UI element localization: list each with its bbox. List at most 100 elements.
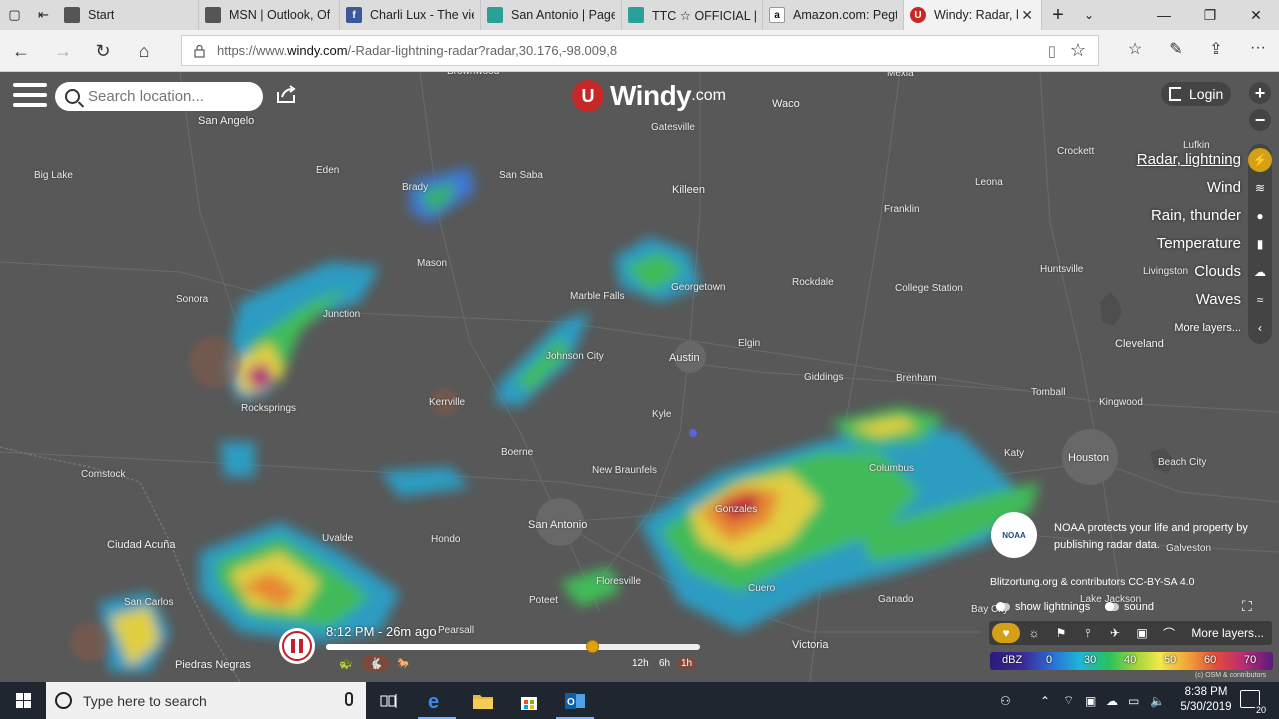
rain-drop-icon[interactable]: ● <box>1248 202 1272 230</box>
speed-medium-icon[interactable]: 🐇 <box>362 656 390 671</box>
flag-icon[interactable]: ⚑ <box>1048 623 1074 643</box>
cloud-icon[interactable]: ☁ <box>1248 258 1272 286</box>
sound-toggle[interactable]: sound <box>1105 601 1154 613</box>
map-city-label[interactable]: Cuero <box>748 583 775 594</box>
search-location-bar[interactable] <box>55 82 263 111</box>
map-city-label[interactable]: San Angelo <box>198 115 254 127</box>
store-icon[interactable] <box>506 682 552 719</box>
pause-button[interactable] <box>279 628 315 664</box>
browser-tab[interactable]: San Antonio | Page <box>481 0 622 30</box>
map-city-label[interactable]: San Carlos <box>124 597 173 608</box>
map-city-label[interactable]: Austin <box>669 352 700 364</box>
battery-icon[interactable]: ▭ <box>1128 682 1139 719</box>
map-city-label[interactable]: Brady <box>402 182 428 193</box>
layer-item[interactable]: Clouds <box>1137 258 1241 286</box>
system-clock[interactable]: 8:38 PM 5/30/2019 <box>1176 685 1236 715</box>
chevron-left-icon[interactable]: ‹ <box>1248 314 1272 342</box>
tab-preview-icon[interactable]: ▢ <box>0 0 29 30</box>
waves-icon[interactable]: ≈ <box>1248 286 1272 314</box>
task-view-icon[interactable] <box>366 682 412 719</box>
map-city-label[interactable]: Huntsville <box>1040 264 1083 275</box>
map-city-label[interactable]: Uvalde <box>322 533 353 544</box>
share-icon[interactable]: ⇪ <box>1204 39 1228 59</box>
browser-tab[interactable]: MSN | Outlook, Of <box>199 0 340 30</box>
back-arrow-icon[interactable]: ← <box>10 40 32 62</box>
map-city-label[interactable]: Katy <box>1004 448 1024 459</box>
tab-list-chevron-icon[interactable]: ⌄ <box>1074 0 1104 30</box>
layer-item[interactable]: Rain, thunder <box>1137 202 1241 230</box>
map-city-label[interactable]: Victoria <box>792 639 828 651</box>
map-city-label[interactable]: Beach City <box>1158 457 1206 468</box>
map-city-label[interactable]: Brenham <box>896 373 937 384</box>
map-city-label[interactable]: Kyle <box>652 409 671 420</box>
map-city-label[interactable]: San Saba <box>499 170 543 181</box>
map-city-label[interactable]: Houston <box>1068 452 1109 464</box>
noaa-logo[interactable]: NOAA <box>991 512 1037 558</box>
map-city-label[interactable]: Gatesville <box>651 122 695 133</box>
thermometer-icon[interactable]: ▮ <box>1248 230 1272 258</box>
map-city-label[interactable]: Eden <box>316 165 339 176</box>
url-field[interactable]: https://www.windy.com/-Radar-lightning-r… <box>181 35 1099 66</box>
blitzortung-credit[interactable]: Blitzortung.org & contributors CC-BY-SA … <box>990 576 1194 588</box>
new-tab-button[interactable]: + <box>1042 0 1074 30</box>
pen-icon[interactable]: ✎ <box>1164 39 1188 59</box>
map-city-label[interactable]: Comstock <box>81 469 125 480</box>
map-city-label[interactable]: Georgetown <box>671 282 725 293</box>
map-city-label[interactable]: Crockett <box>1057 146 1094 157</box>
map-city-label[interactable]: Franklin <box>884 204 920 215</box>
wind-icon[interactable]: ≋ <box>1248 174 1272 202</box>
map-city-label[interactable]: Elgin <box>738 338 760 349</box>
map-city-label[interactable]: Rockdale <box>792 277 834 288</box>
map-city-label[interactable]: Marble Falls <box>570 291 624 302</box>
map-city-label[interactable]: New Braunfels <box>592 465 657 476</box>
weather-icon[interactable]: ☼ <box>1021 623 1047 643</box>
fullscreen-icon[interactable]: ⛶ <box>1242 598 1258 614</box>
microphone-icon[interactable] <box>345 692 353 706</box>
action-center-icon[interactable]: 20 <box>1240 690 1267 715</box>
set-aside-tabs-icon[interactable]: ⇤ <box>29 0 58 30</box>
browser-tab[interactable]: U Windy: Radar, l ✕ <box>904 0 1042 30</box>
show-hidden-icons-chevron[interactable]: ⌃ <box>1040 682 1050 719</box>
map-city-label[interactable]: Floresville <box>596 576 641 587</box>
map-city-label[interactable]: Tomball <box>1031 387 1065 398</box>
search-location-input[interactable] <box>88 88 248 105</box>
zoom-out-button[interactable]: − <box>1249 109 1271 131</box>
close-tab-icon[interactable]: ✕ <box>1021 7 1033 24</box>
map-city-label[interactable]: Pearsall <box>438 625 474 636</box>
layer-item[interactable]: Wind <box>1137 174 1241 202</box>
map-city-label[interactable]: Rocksprings <box>241 403 296 414</box>
defender-icon[interactable]: ▣ <box>1085 682 1096 719</box>
map-city-label[interactable]: Giddings <box>804 372 843 383</box>
map-city-label[interactable]: Boerne <box>501 447 533 458</box>
map-city-label[interactable]: Piedras Negras <box>175 659 251 671</box>
zoom-in-button[interactable]: + <box>1249 82 1271 104</box>
wifi-signal-icon[interactable]: ⌒ <box>1156 623 1182 643</box>
browser-tab[interactable]: TTC ☆ OFFICIAL | F <box>622 0 763 30</box>
map-city-label[interactable]: Columbus <box>869 463 914 474</box>
time-range-button[interactable]: 1h <box>677 657 697 670</box>
time-range-button[interactable]: 6h <box>655 657 674 670</box>
map-city-label[interactable]: Junction <box>323 309 360 320</box>
browser-tab[interactable]: Start <box>58 0 199 30</box>
map-city-label[interactable]: Killeen <box>672 184 705 196</box>
speed-fast-icon[interactable]: 🐎 <box>394 656 414 671</box>
more-layers-button[interactable]: More layers... <box>1191 626 1264 640</box>
layer-item[interactable]: Radar, lightning <box>1137 146 1241 174</box>
login-button[interactable]: Login <box>1161 82 1231 106</box>
map-city-label[interactable]: Johnson City <box>546 351 604 362</box>
menu-hamburger-icon[interactable] <box>13 83 47 111</box>
map-city-label[interactable]: Kingwood <box>1099 397 1143 408</box>
map-city-label[interactable]: Mexia <box>887 72 914 79</box>
layer-item[interactable]: Waves <box>1137 286 1241 314</box>
map-city-label[interactable]: Leona <box>975 177 1003 188</box>
browser-tab[interactable]: f Charli Lux - The vie <box>340 0 481 30</box>
show-lightnings-toggle[interactable]: show lightnings <box>996 601 1090 613</box>
layer-item[interactable]: Temperature <box>1137 230 1241 258</box>
map-city-label[interactable]: Hondo <box>431 534 460 545</box>
map-city-label[interactable]: San Antonio <box>528 519 587 531</box>
favorite-star-icon[interactable]: ☆ <box>1070 40 1086 61</box>
timeline-handle[interactable] <box>585 640 599 653</box>
share-icon[interactable] <box>275 84 297 104</box>
favorites-list-icon[interactable]: ☆ <box>1123 39 1147 59</box>
forward-arrow-icon[interactable]: → <box>52 40 74 62</box>
